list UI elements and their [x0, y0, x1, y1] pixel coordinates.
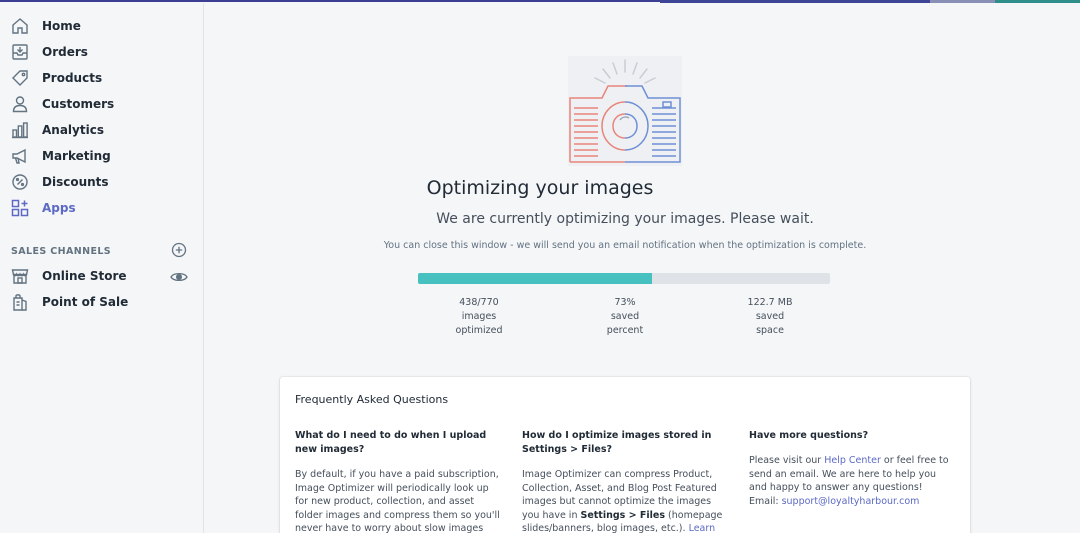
faq-column-more-questions: Have more questions? Please visit our He… — [749, 429, 954, 508]
sidebar-item-customers[interactable]: Customers — [0, 91, 204, 117]
faq-column-new-images: What do I need to do when I upload new i… — [295, 429, 500, 533]
stat-images-optimized: 438/770 images optimized — [455, 297, 503, 336]
sidebar-item-label: Analytics — [42, 123, 104, 137]
faq-card: Frequently Asked Questions What do I nee… — [280, 377, 970, 533]
stat-saved-space: 122.7 MB saved space — [747, 297, 793, 336]
sidebar-item-label: Online Store — [42, 269, 127, 283]
sidebar-item-label: Orders — [42, 45, 88, 59]
faq-answer: By default, if you have a paid subscript… — [295, 469, 500, 533]
sidebar-item-analytics[interactable]: Analytics — [0, 117, 204, 143]
person-icon — [12, 96, 28, 113]
faq-question: What do I need to do when I upload new i… — [295, 430, 487, 455]
help-center-link[interactable]: Help Center — [824, 455, 881, 466]
sidebar-item-label: Customers — [42, 97, 115, 111]
faq-answer: Please visit our Help Center or feel fre… — [749, 455, 949, 507]
faq-answer: Image Optimizer can compress Product, Co… — [522, 469, 723, 533]
optimization-progress-bar — [418, 273, 830, 284]
faq-question: Have more questions? — [749, 430, 869, 441]
sidebar-item-label: Products — [42, 71, 103, 85]
sidebar-item-label: Point of Sale — [42, 295, 129, 309]
support-email-link[interactable]: support@loyaltyharbour.com — [782, 496, 920, 507]
sidebar-item-marketing[interactable]: Marketing — [0, 143, 204, 169]
sidebar: Home Orders Products Customers Analytics… — [0, 3, 204, 533]
sidebar-item-products[interactable]: Products — [0, 65, 204, 91]
eye-icon[interactable] — [170, 270, 188, 284]
sidebar-item-point-of-sale[interactable]: Point of Sale — [0, 289, 204, 315]
page-subtitle: We are currently optimizing your images.… — [436, 211, 814, 227]
page-title: Optimizing your images — [426, 177, 654, 199]
stat-saved-percent: 73% saved percent — [606, 297, 644, 336]
bar-chart-icon — [12, 122, 28, 139]
store-icon — [11, 269, 29, 284]
sidebar-item-orders[interactable]: Orders — [0, 39, 204, 65]
email-notice-text: You can close this window - we will send… — [383, 240, 867, 251]
sidebar-item-label: Marketing — [42, 149, 111, 163]
sidebar-item-home[interactable]: Home — [0, 13, 204, 39]
camera-icon — [568, 56, 682, 166]
progress-fill — [418, 273, 653, 284]
home-icon — [12, 18, 28, 34]
tag-icon — [12, 70, 28, 86]
faq-title: Frequently Asked Questions — [295, 393, 449, 406]
learn-more-link[interactable]: Learn — [689, 523, 716, 533]
faq-question: How do I optimize images stored in Setti… — [522, 430, 712, 455]
faq-column-settings-files: How do I optimize images stored in Setti… — [522, 429, 727, 533]
megaphone-icon — [12, 148, 26, 164]
orders-icon — [12, 44, 28, 60]
sidebar-item-label: Home — [42, 19, 81, 33]
pos-bag-icon — [13, 294, 27, 311]
